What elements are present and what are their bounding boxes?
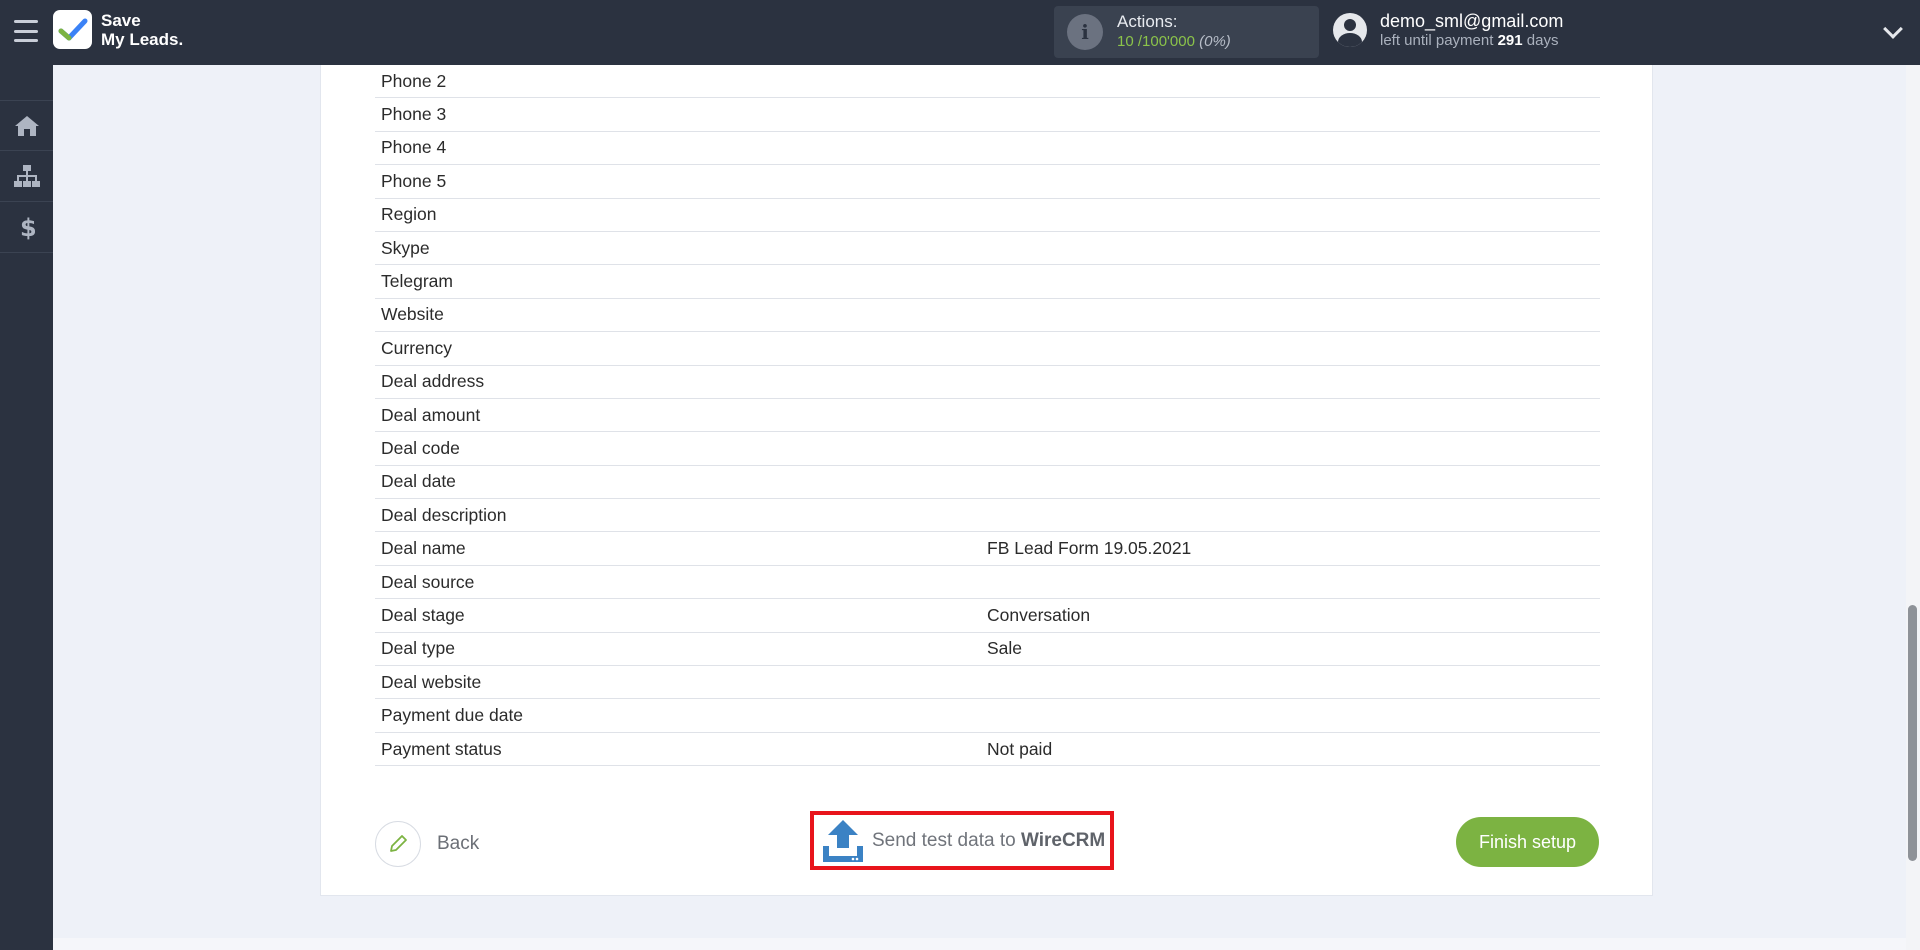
table-row: Currency — [375, 332, 1600, 366]
send-prefix: Send test data to — [872, 829, 1016, 851]
field-name: Deal name — [381, 538, 466, 559]
chevron-down-icon[interactable] — [1883, 19, 1903, 39]
sidebar: $ — [0, 65, 53, 950]
fields-table: Phone 2 Phone 3 Phone 4 Phone 5 Region Skype T… — [375, 65, 1600, 767]
field-value: FB Lead Form 19.05.2021 — [987, 538, 1192, 559]
field-name: Deal code — [381, 437, 460, 458]
field-name: Deal stage — [381, 604, 465, 625]
svg-text:$: $ — [20, 214, 35, 240]
logo-line-1: Save — [101, 10, 141, 30]
field-name: Payment due date — [381, 705, 524, 726]
payment-suffix: days — [1526, 32, 1559, 49]
upload-icon — [820, 818, 866, 864]
user-avatar-icon — [1333, 13, 1367, 47]
field-name: Payment status — [381, 738, 502, 759]
send-label: Send test data to WireCRM — [872, 830, 1105, 852]
page-bottom — [53, 938, 1906, 950]
actions-used: 10 — [1117, 33, 1134, 50]
field-name: Deal description — [381, 504, 507, 525]
field-name: Deal date — [381, 471, 456, 492]
user-email: demo_sml@gmail.com — [1380, 11, 1564, 31]
field-name: Telegram — [381, 271, 453, 292]
table-row: Deal name FB Lead Form 19.05.2021 — [375, 532, 1600, 566]
table-row: Phone 4 — [375, 132, 1600, 166]
table-row: Deal description — [375, 499, 1600, 533]
actions-counter: i Actions: 10 /100'000 (0%) — [1054, 6, 1319, 58]
table-row: Deal source — [375, 566, 1600, 600]
table-row: Telegram — [375, 265, 1600, 299]
actions-total: /100'000 — [1137, 33, 1195, 50]
logo-text: Save My Leads. — [101, 11, 183, 49]
payment-prefix: left until payment — [1380, 32, 1494, 49]
payment-days: 291 — [1497, 32, 1523, 49]
field-name: Phone 2 — [381, 70, 447, 91]
table-row: Payment due date — [375, 699, 1600, 733]
table-row: Payment status Not paid — [375, 733, 1600, 767]
field-name: Deal type — [381, 638, 455, 659]
field-name: Skype — [381, 237, 430, 258]
field-name: Region — [381, 204, 437, 225]
table-row: Region — [375, 199, 1600, 232]
user-menu[interactable]: demo_sml@gmail.com left until payment 29… — [1333, 10, 1563, 50]
finish-setup-button[interactable]: Finish setup — [1456, 817, 1599, 867]
content-card: Phone 2 Phone 3 Phone 4 Phone 5 Region Skype T… — [320, 65, 1653, 896]
field-name: Deal website — [381, 671, 482, 692]
actions-percent: (0%) — [1199, 33, 1231, 50]
scrollbar-thumb[interactable] — [1908, 605, 1917, 861]
logo-check-icon — [53, 10, 92, 49]
info-icon[interactable]: i — [1067, 14, 1103, 50]
field-value: Not paid — [987, 738, 1053, 759]
table-row: Deal stage Conversation — [375, 599, 1600, 633]
field-name: Phone 5 — [381, 170, 447, 191]
table-row: Deal date — [375, 466, 1600, 500]
payment-remaining: left until payment 291 days — [1380, 32, 1563, 50]
table-row: Skype — [375, 232, 1600, 266]
sidebar-item-home[interactable] — [0, 100, 53, 151]
sitemap-icon — [13, 165, 40, 187]
field-name: Website — [381, 304, 444, 325]
top-bar: Save My Leads. i Actions: 10 /100'000 (0… — [0, 0, 1920, 65]
table-row: Deal amount — [375, 399, 1600, 433]
table-row: Phone 5 — [375, 165, 1600, 199]
actions-count: 10 /100'000 (0%) — [1117, 32, 1231, 52]
field-name: Phone 3 — [381, 104, 447, 125]
pencil-icon — [375, 821, 421, 867]
table-row: Deal address — [375, 366, 1600, 399]
back-label: Back — [437, 833, 480, 854]
field-name: Deal address — [381, 371, 485, 392]
table-row: Phone 3 — [375, 98, 1600, 132]
sidebar-item-billing[interactable]: $ — [0, 202, 53, 253]
home-icon — [14, 115, 39, 136]
table-row: Deal code — [375, 432, 1600, 466]
field-name: Phone 4 — [381, 137, 447, 158]
dollar-icon: $ — [20, 214, 35, 240]
logo-line-2: My Leads. — [101, 29, 184, 49]
field-value: Conversation — [987, 604, 1091, 625]
send-target: WireCRM — [1020, 829, 1106, 851]
table-row: Deal type Sale — [375, 633, 1600, 667]
sidebar-item-connections[interactable] — [0, 151, 53, 202]
menu-icon[interactable] — [14, 20, 38, 42]
field-name: Currency — [381, 337, 452, 358]
send-test-data-button[interactable]: Send test data to WireCRM — [810, 811, 1114, 870]
field-name: Deal source — [381, 571, 475, 592]
logo[interactable]: Save My Leads. — [53, 10, 183, 49]
table-row: Website — [375, 299, 1600, 333]
field-value: Sale — [987, 638, 1023, 659]
field-name: Deal amount — [381, 404, 481, 425]
table-row: Deal website — [375, 666, 1600, 700]
actions-label: Actions: — [1117, 12, 1178, 31]
back-button[interactable]: Back — [375, 821, 479, 867]
table-row: Phone 2 — [375, 65, 1600, 99]
